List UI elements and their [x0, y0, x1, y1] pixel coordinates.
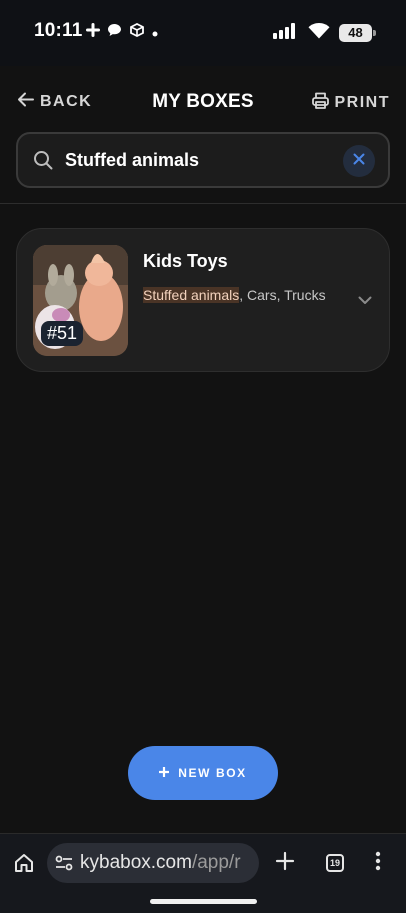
- url-path: /app/r: [191, 852, 241, 873]
- wifi-icon: [308, 22, 330, 44]
- box-tags: Stuffed animals, Cars, Trucks: [143, 287, 326, 303]
- home-icon[interactable]: [13, 852, 35, 879]
- notification-icons: [86, 22, 158, 42]
- clear-search-button[interactable]: [343, 145, 375, 177]
- new-box-button[interactable]: NEW BOX: [128, 746, 278, 800]
- close-icon: [353, 152, 365, 170]
- app-header: BACK MY BOXES PRINT: [0, 66, 406, 138]
- box-title: Kids Toys: [143, 251, 228, 271]
- url-text: kybabox.com/app/r: [80, 852, 241, 874]
- other-tags: , Cars, Trucks: [239, 287, 326, 303]
- new-box-label: NEW BOX: [178, 766, 247, 780]
- more-menu-icon[interactable]: [375, 851, 381, 876]
- chat-icon: [107, 23, 122, 42]
- site-settings-icon: [55, 855, 73, 876]
- dot-icon: [152, 24, 158, 42]
- gesture-bar: [150, 899, 257, 904]
- print-label: PRINT: [334, 94, 390, 111]
- search-icon: [33, 150, 53, 175]
- matched-tag: Stuffed animals: [143, 287, 240, 303]
- search-box: [16, 132, 390, 188]
- print-button[interactable]: PRINT: [311, 92, 391, 114]
- signal-icon: [273, 22, 299, 44]
- status-bar: 10:11 48: [0, 0, 406, 66]
- plus-icon: [158, 764, 170, 782]
- chevron-down-icon[interactable]: [358, 292, 372, 310]
- slack-icon: [86, 23, 100, 42]
- box-card[interactable]: #51 Kids Toys Stuffed animals, Cars, Tru…: [16, 228, 390, 372]
- divider: [0, 203, 406, 204]
- status-indicators: 48: [273, 22, 376, 44]
- search-input[interactable]: [65, 134, 335, 186]
- address-bar[interactable]: kybabox.com/app/r: [47, 843, 259, 883]
- box-app-icon: [129, 22, 145, 42]
- box-photo: #51: [33, 245, 128, 356]
- url-domain: kybabox.com: [80, 852, 192, 873]
- battery-indicator: 48: [339, 24, 376, 42]
- box-number-badge: #51: [41, 321, 84, 346]
- tab-switcher-button[interactable]: 19: [326, 854, 344, 872]
- new-tab-icon[interactable]: [275, 851, 295, 876]
- printer-icon: [311, 92, 329, 114]
- status-time: 10:11: [34, 20, 83, 41]
